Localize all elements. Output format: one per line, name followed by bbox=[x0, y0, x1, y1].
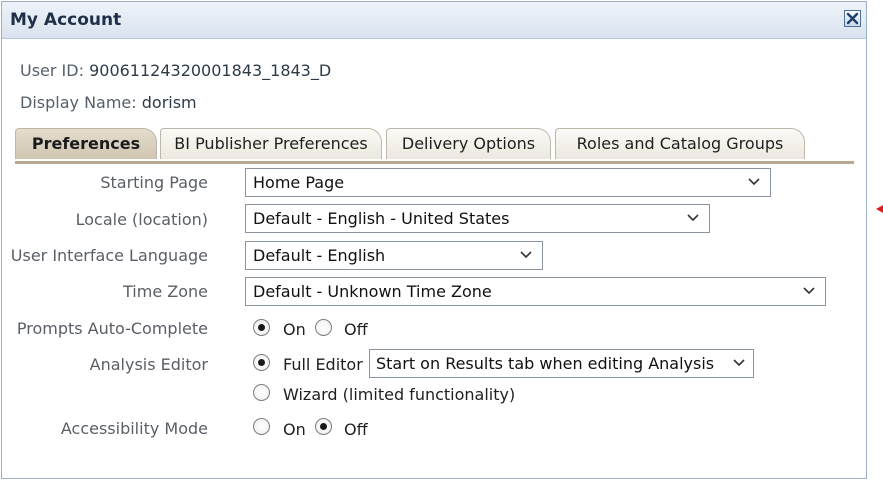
tab-bar: Preferences BI Publisher Preferences Del… bbox=[15, 126, 854, 164]
prompts-off-radio[interactable] bbox=[315, 319, 332, 336]
time-zone-label: Time Zone bbox=[123, 282, 208, 301]
prompts-off-label: Off bbox=[344, 320, 368, 339]
tab-roles-and-catalog-groups[interactable]: Roles and Catalog Groups bbox=[555, 128, 805, 159]
tab-underline bbox=[15, 161, 854, 164]
full-editor-radio[interactable] bbox=[253, 354, 270, 371]
close-button[interactable] bbox=[844, 10, 861, 27]
red-arrow-marker bbox=[876, 204, 883, 214]
my-account-dialog: My Account User ID: 90061124320001843_18… bbox=[1, 1, 867, 479]
tab-bi-publisher-preferences[interactable]: BI Publisher Preferences bbox=[160, 128, 382, 159]
accessibility-on-radio[interactable] bbox=[253, 418, 270, 435]
tab-preferences[interactable]: Preferences bbox=[15, 128, 157, 159]
prompts-auto-complete-label: Prompts Auto-Complete bbox=[16, 319, 208, 338]
analysis-editor-label: Analysis Editor bbox=[89, 355, 208, 374]
starting-page-label: Starting Page bbox=[100, 173, 208, 192]
chevron-down-icon bbox=[687, 214, 699, 222]
accessibility-on-label: On bbox=[283, 420, 306, 439]
accessibility-off-label: Off bbox=[344, 420, 368, 439]
display-name-row: Display Name: dorism bbox=[20, 93, 197, 112]
wizard-radio[interactable] bbox=[253, 384, 270, 401]
display-name-label: Display Name: bbox=[20, 93, 137, 112]
ui-language-label: User Interface Language bbox=[10, 246, 208, 265]
user-id-row: User ID: 90061124320001843_1843_D bbox=[20, 61, 331, 80]
accessibility-mode-label: Accessibility Mode bbox=[60, 419, 208, 438]
locale-select[interactable]: Default - English - United States bbox=[245, 204, 710, 233]
starting-page-select[interactable]: Home Page bbox=[245, 168, 771, 197]
chevron-down-icon bbox=[520, 251, 532, 259]
user-id-value: 90061124320001843_1843_D bbox=[89, 61, 332, 80]
chevron-down-icon bbox=[733, 359, 745, 367]
prompts-on-radio[interactable] bbox=[253, 319, 270, 336]
dialog-titlebar: My Account bbox=[2, 2, 866, 39]
dialog-title: My Account bbox=[10, 10, 122, 30]
ui-language-select[interactable]: Default - English bbox=[245, 241, 543, 270]
tab-delivery-options[interactable]: Delivery Options bbox=[386, 128, 551, 159]
full-editor-option-value: Start on Results tab when editing Analys… bbox=[376, 354, 715, 373]
full-editor-label: Full Editor bbox=[283, 355, 363, 374]
ui-language-value: Default - English bbox=[253, 246, 386, 265]
display-name-value: dorism bbox=[141, 93, 197, 112]
accessibility-off-radio[interactable] bbox=[315, 418, 332, 435]
time-zone-value: Default - Unknown Time Zone bbox=[253, 282, 492, 301]
chevron-down-icon bbox=[803, 287, 815, 295]
time-zone-select[interactable]: Default - Unknown Time Zone bbox=[245, 277, 826, 306]
starting-page-value: Home Page bbox=[253, 173, 345, 192]
close-x-icon bbox=[846, 12, 859, 25]
wizard-label: Wizard (limited functionality) bbox=[283, 385, 516, 404]
full-editor-option-select[interactable]: Start on Results tab when editing Analys… bbox=[369, 349, 754, 378]
locale-label: Locale (location) bbox=[75, 210, 208, 229]
user-id-label: User ID: bbox=[20, 61, 84, 80]
locale-value: Default - English - United States bbox=[253, 209, 510, 228]
chevron-down-icon bbox=[748, 178, 760, 186]
prompts-on-label: On bbox=[283, 320, 306, 339]
